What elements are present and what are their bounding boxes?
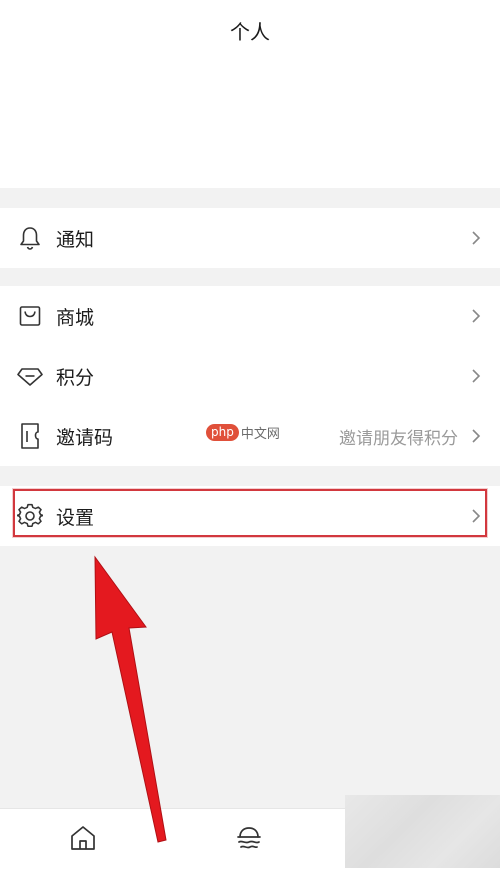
bell-icon bbox=[16, 224, 44, 252]
invite-label: 邀请码 bbox=[56, 426, 114, 449]
tab-home[interactable] bbox=[66, 823, 100, 857]
ticket-icon bbox=[16, 422, 44, 450]
points-label: 积分 bbox=[56, 366, 95, 389]
shopping-bag-icon bbox=[16, 302, 44, 330]
mall-row[interactable]: 商城 bbox=[0, 286, 500, 346]
home-icon bbox=[68, 823, 98, 857]
header: 个人 bbox=[0, 0, 500, 188]
chevron-right-icon bbox=[466, 228, 486, 248]
watermark-badge: php bbox=[206, 424, 239, 441]
chevron-right-icon bbox=[466, 426, 486, 446]
page-title: 个人 bbox=[230, 20, 270, 44]
chevron-right-icon bbox=[466, 366, 486, 386]
invite-hint: 邀请朋友得积分 bbox=[339, 428, 458, 449]
tab-discover[interactable] bbox=[232, 823, 266, 857]
notifications-row[interactable]: 通知 bbox=[0, 208, 500, 268]
watermark: php 中文网 bbox=[206, 423, 280, 442]
blurred-patch bbox=[345, 795, 500, 868]
points-row[interactable]: 积分 bbox=[0, 346, 500, 406]
watermark-text: 中文网 bbox=[240, 427, 280, 442]
notifications-label: 通知 bbox=[56, 228, 95, 251]
diamond-icon bbox=[16, 362, 44, 390]
notifications-group: 通知 bbox=[0, 208, 500, 268]
chevron-right-icon bbox=[466, 306, 486, 326]
mall-label: 商城 bbox=[56, 306, 95, 329]
discover-icon bbox=[234, 823, 264, 857]
settings-highlight-box bbox=[13, 489, 487, 537]
